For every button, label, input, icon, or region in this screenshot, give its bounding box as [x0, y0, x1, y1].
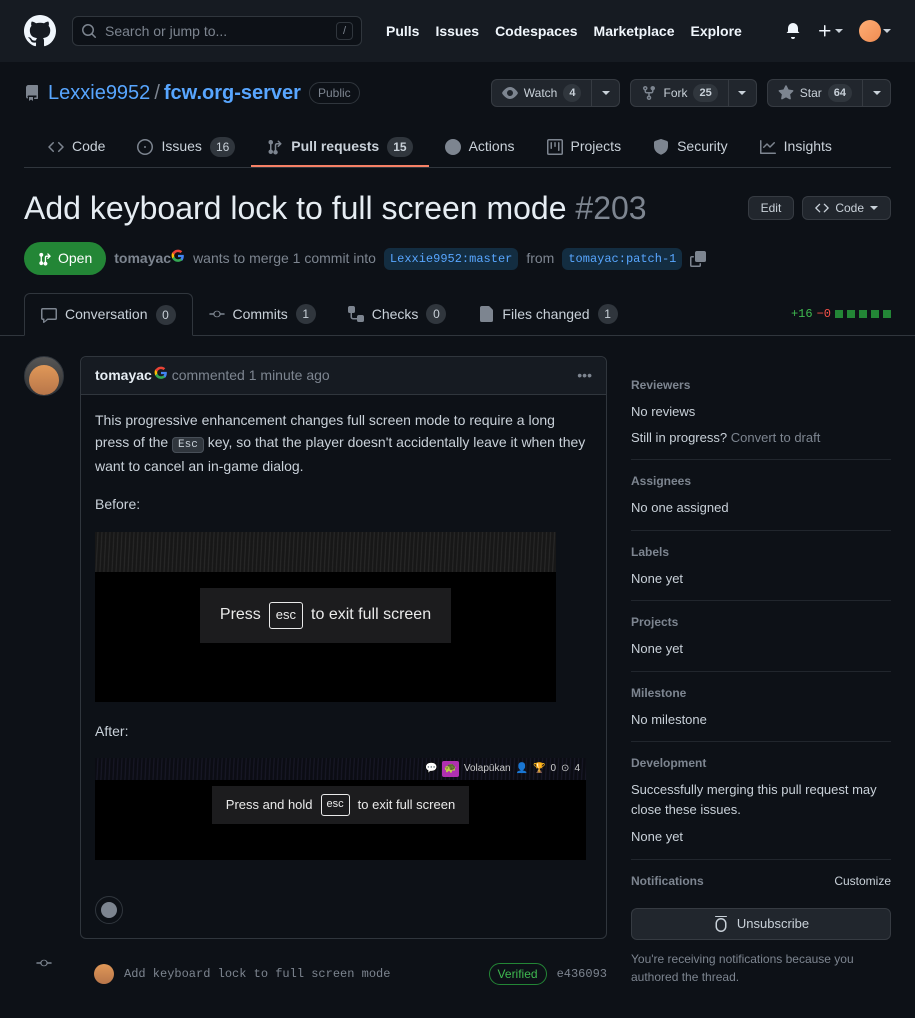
sidebar-assignees[interactable]: Assignees No one assigned — [631, 460, 891, 531]
sidebar-projects[interactable]: Projects None yet — [631, 601, 891, 672]
unsubscribe-button[interactable]: Unsubscribe — [631, 908, 891, 940]
prtab-files[interactable]: Files changed1 — [462, 294, 633, 335]
global-header: Search or jump to... / Pulls Issues Code… — [0, 0, 915, 62]
top-nav: Pulls Issues Codespaces Marketplace Expl… — [386, 21, 742, 42]
google-badge-icon — [171, 249, 185, 263]
convert-to-draft[interactable]: Convert to draft — [731, 430, 821, 445]
fork-button[interactable]: Fork25 — [630, 79, 756, 107]
star-button[interactable]: Star64 — [767, 79, 891, 107]
sidebar: Reviewers No reviews Still in progress? … — [631, 356, 891, 998]
star-dropdown[interactable] — [863, 79, 891, 107]
commit-avatar — [94, 964, 114, 984]
nav-issues[interactable]: Issues — [435, 21, 479, 42]
pr-title: Add keyboard lock to full screen mode #2… — [24, 184, 647, 232]
tab-issues[interactable]: Issues16 — [121, 128, 251, 167]
edit-button[interactable]: Edit — [748, 196, 795, 220]
nav-pulls[interactable]: Pulls — [386, 21, 419, 42]
repo-actions: Watch4 Fork25 Star64 — [491, 79, 891, 107]
repo-header: Lexxie9952/fcw.org-server Public Watch4 … — [0, 62, 915, 168]
prtab-commits[interactable]: Commits1 — [193, 294, 332, 335]
comment-author[interactable]: tomayac — [95, 365, 168, 386]
search-placeholder: Search or jump to... — [105, 21, 227, 42]
after-screenshot[interactable]: 💬🐢Volapūkan👤🏆0⊙4 Press and holdescto exi… — [95, 758, 586, 860]
comment-avatar[interactable] — [24, 356, 64, 396]
diffstat: +16 −0 — [791, 305, 891, 323]
pr-author[interactable]: tomayac — [114, 248, 185, 269]
github-logo[interactable] — [24, 15, 56, 47]
commit-row[interactable]: Add keyboard lock to full screen mode Ve… — [80, 955, 607, 993]
pr-tabs: Conversation0 Commits1 Checks0 Files cha… — [0, 293, 915, 336]
notifications-note: You're receiving notifications because y… — [631, 950, 891, 986]
watch-dropdown[interactable] — [592, 79, 620, 107]
sidebar-reviewers[interactable]: Reviewers No reviews Still in progress? … — [631, 364, 891, 460]
user-menu[interactable] — [859, 20, 891, 42]
comment-timestamp: commented 1 minute ago — [172, 365, 330, 386]
comment-body: This progressive enhancement changes ful… — [81, 395, 606, 892]
prtab-checks[interactable]: Checks0 — [332, 294, 463, 335]
repo-tabs: Code Issues16 Pull requests15 Actions Pr… — [24, 128, 891, 168]
tab-code[interactable]: Code — [32, 128, 121, 167]
tab-projects[interactable]: Projects — [531, 128, 638, 167]
commit-sha[interactable]: e436093 — [557, 965, 607, 983]
repo-name[interactable]: fcw.org-server — [164, 82, 301, 104]
sidebar-development[interactable]: Development Successfully merging this pu… — [631, 742, 891, 860]
comment-box: tomayac commented 1 minute ago ••• This … — [80, 356, 607, 939]
add-menu[interactable] — [817, 23, 843, 39]
commit-dot-icon — [36, 955, 52, 971]
nav-codespaces[interactable]: Codespaces — [495, 21, 577, 42]
tab-security[interactable]: Security — [637, 128, 744, 167]
avatar — [859, 20, 881, 42]
prtab-conversation[interactable]: Conversation0 — [24, 293, 193, 336]
add-reaction-button[interactable] — [95, 896, 123, 924]
google-badge-icon — [154, 366, 168, 380]
pr-header: Add keyboard lock to full screen mode #2… — [0, 168, 915, 275]
comment-menu-icon[interactable]: ••• — [577, 365, 592, 386]
nav-explore[interactable]: Explore — [690, 21, 741, 42]
copy-icon[interactable] — [690, 251, 706, 267]
nav-marketplace[interactable]: Marketplace — [594, 21, 675, 42]
breadcrumb: Lexxie9952/fcw.org-server — [48, 78, 301, 108]
sidebar-milestone[interactable]: Milestone No milestone — [631, 672, 891, 743]
head-branch[interactable]: tomayac:patch-1 — [562, 248, 682, 270]
sidebar-labels[interactable]: Labels None yet — [631, 531, 891, 602]
code-button[interactable]: Code — [802, 196, 891, 220]
watch-button[interactable]: Watch4 — [491, 79, 621, 107]
fork-dropdown[interactable] — [729, 79, 757, 107]
pr-number: #203 — [575, 190, 646, 226]
repo-owner[interactable]: Lexxie9952 — [48, 82, 150, 104]
search-input[interactable]: Search or jump to... / — [72, 16, 362, 46]
search-slash-hint: / — [336, 22, 353, 41]
verified-badge[interactable]: Verified — [489, 963, 547, 985]
sidebar-notifications: Notifications Customize Unsubscribe You'… — [631, 860, 891, 998]
commit-message: Add keyboard lock to full screen mode — [124, 965, 390, 983]
tab-actions[interactable]: Actions — [429, 128, 531, 167]
base-branch[interactable]: Lexxie9952:master — [384, 248, 518, 270]
tab-insights[interactable]: Insights — [744, 128, 848, 167]
before-screenshot[interactable]: Pressescto exit full screen — [95, 532, 556, 702]
pr-meta: Open tomayac wants to merge 1 commit int… — [24, 242, 891, 275]
pr-state-badge: Open — [24, 242, 106, 275]
repo-icon — [24, 85, 40, 101]
visibility-badge: Public — [309, 82, 360, 104]
tab-pull-requests[interactable]: Pull requests15 — [251, 128, 428, 167]
notifications-icon[interactable] — [785, 23, 801, 39]
search-icon — [81, 23, 97, 39]
customize-link[interactable]: Customize — [834, 872, 891, 898]
